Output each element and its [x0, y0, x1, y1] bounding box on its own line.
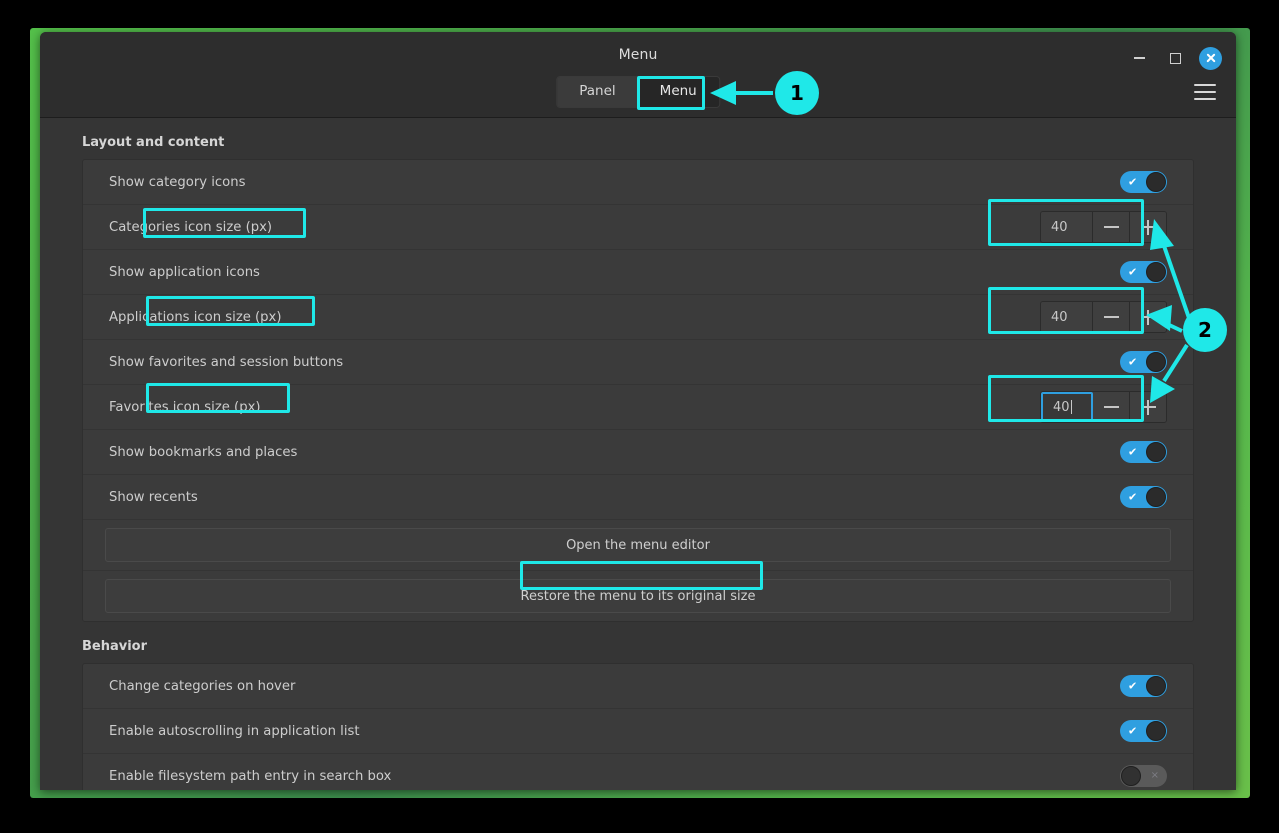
row-label: Categories icon size (px)	[109, 220, 272, 235]
row-applications-icon-size[interactable]: Applications icon size (px) 40	[83, 295, 1193, 340]
spinner-applications-icon-size[interactable]: 40	[1040, 301, 1167, 333]
toggle-knob	[1121, 766, 1141, 786]
minus-icon	[1104, 406, 1119, 408]
toggle-knob	[1146, 172, 1166, 192]
plus-icon	[1141, 220, 1156, 235]
row-favorites-icon-size[interactable]: Favorites icon size (px) 40	[83, 385, 1193, 430]
row-show-application-icons[interactable]: Show application icons ✔	[83, 250, 1193, 295]
minimize-icon[interactable]	[1127, 46, 1151, 70]
check-icon: ✔	[1128, 492, 1137, 503]
toggle-change-categories-on-hover[interactable]: ✔	[1120, 675, 1167, 697]
spinner-categories-icon-size[interactable]: 40	[1040, 211, 1167, 243]
toggle-knob	[1146, 442, 1166, 462]
increment-button[interactable]	[1130, 392, 1166, 422]
row-label: Enable autoscrolling in application list	[109, 724, 360, 739]
toggle-knob	[1146, 262, 1166, 282]
check-icon: ✔	[1128, 681, 1137, 692]
toggle-enable-autoscrolling[interactable]: ✔	[1120, 720, 1167, 742]
window-title: Menu	[40, 47, 1236, 63]
row-show-favorites-session-buttons[interactable]: Show favorites and session buttons ✔	[83, 340, 1193, 385]
toggle-show-application-icons[interactable]: ✔	[1120, 261, 1167, 283]
maximize-icon[interactable]	[1163, 46, 1187, 70]
row-label: Show favorites and session buttons	[109, 355, 343, 370]
minus-icon	[1104, 316, 1119, 318]
open-menu-editor-button[interactable]: Open the menu editor	[105, 528, 1171, 562]
toggle-show-bookmarks-places[interactable]: ✔	[1120, 441, 1167, 463]
toggle-knob	[1146, 487, 1166, 507]
row-label: Show bookmarks and places	[109, 445, 297, 460]
row-label: Favorites icon size (px)	[109, 400, 261, 415]
increment-button[interactable]	[1130, 212, 1166, 242]
row-change-categories-on-hover[interactable]: Change categories on hover ✔	[83, 664, 1193, 709]
row-restore-menu-size: Restore the menu to its original size	[83, 571, 1193, 621]
section-title-behavior: Behavior	[82, 622, 1194, 663]
screenshot-root: Menu Panel Menu Layout and content	[0, 0, 1279, 833]
decrement-button[interactable]	[1093, 302, 1130, 332]
row-open-menu-editor: Open the menu editor	[83, 520, 1193, 571]
window-header-bar: Menu Panel Menu	[40, 32, 1236, 118]
toggle-knob	[1146, 352, 1166, 372]
row-show-bookmarks-places[interactable]: Show bookmarks and places ✔	[83, 430, 1193, 475]
row-label: Enable filesystem path entry in search b…	[109, 769, 391, 784]
tab-menu[interactable]: Menu	[638, 77, 719, 107]
spinner-value[interactable]: 40	[1041, 212, 1093, 242]
behavior-settings-panel: Change categories on hover ✔ Enable auto…	[82, 663, 1194, 790]
row-label: Show category icons	[109, 175, 245, 190]
row-label: Change categories on hover	[109, 679, 295, 694]
row-label: Show recents	[109, 490, 198, 505]
spinner-value-focused[interactable]: 40	[1041, 392, 1093, 422]
check-icon: ✔	[1128, 726, 1137, 737]
spinner-favorites-icon-size[interactable]: 40	[1040, 391, 1167, 423]
cross-icon: ×	[1151, 771, 1159, 781]
row-categories-icon-size[interactable]: Categories icon size (px) 40	[83, 205, 1193, 250]
decrement-button[interactable]	[1093, 392, 1130, 422]
row-label: Show application icons	[109, 265, 260, 280]
hamburger-line	[1194, 84, 1216, 86]
plus-icon	[1141, 310, 1156, 325]
section-title-layout: Layout and content	[82, 118, 1194, 159]
toggle-show-category-icons[interactable]: ✔	[1120, 171, 1167, 193]
close-icon[interactable]	[1199, 47, 1222, 70]
restore-menu-size-button[interactable]: Restore the menu to its original size	[105, 579, 1171, 613]
plus-icon	[1141, 400, 1156, 415]
window-controls	[1127, 46, 1222, 70]
settings-window: Menu Panel Menu Layout and content	[40, 32, 1236, 790]
row-show-recents[interactable]: Show recents ✔	[83, 475, 1193, 520]
tab-panel[interactable]: Panel	[557, 77, 637, 107]
minus-icon	[1104, 226, 1119, 228]
toggle-show-recents[interactable]: ✔	[1120, 486, 1167, 508]
tab-bar: Panel Menu	[556, 76, 720, 108]
hamburger-line	[1194, 91, 1216, 93]
row-label: Applications icon size (px)	[109, 310, 282, 325]
decrement-button[interactable]	[1093, 212, 1130, 242]
toggle-enable-filesystem-path-entry[interactable]: ×	[1120, 765, 1167, 787]
toggle-knob	[1146, 676, 1166, 696]
toggle-knob	[1146, 721, 1166, 741]
check-icon: ✔	[1128, 177, 1137, 188]
spinner-value-text: 40	[1053, 400, 1070, 415]
increment-button[interactable]	[1130, 302, 1166, 332]
toggle-show-favorites-session-buttons[interactable]: ✔	[1120, 351, 1167, 373]
hamburger-menu-icon[interactable]	[1194, 84, 1216, 100]
hamburger-line	[1194, 98, 1216, 100]
spinner-value[interactable]: 40	[1041, 302, 1093, 332]
check-icon: ✔	[1128, 447, 1137, 458]
row-show-category-icons[interactable]: Show category icons ✔	[83, 160, 1193, 205]
text-cursor	[1071, 400, 1072, 414]
settings-content: Layout and content Show category icons ✔…	[40, 118, 1236, 790]
row-enable-filesystem-path-entry[interactable]: Enable filesystem path entry in search b…	[83, 754, 1193, 790]
check-icon: ✔	[1128, 357, 1137, 368]
layout-settings-panel: Show category icons ✔ Categories icon si…	[82, 159, 1194, 622]
row-enable-autoscrolling[interactable]: Enable autoscrolling in application list…	[83, 709, 1193, 754]
check-icon: ✔	[1128, 267, 1137, 278]
